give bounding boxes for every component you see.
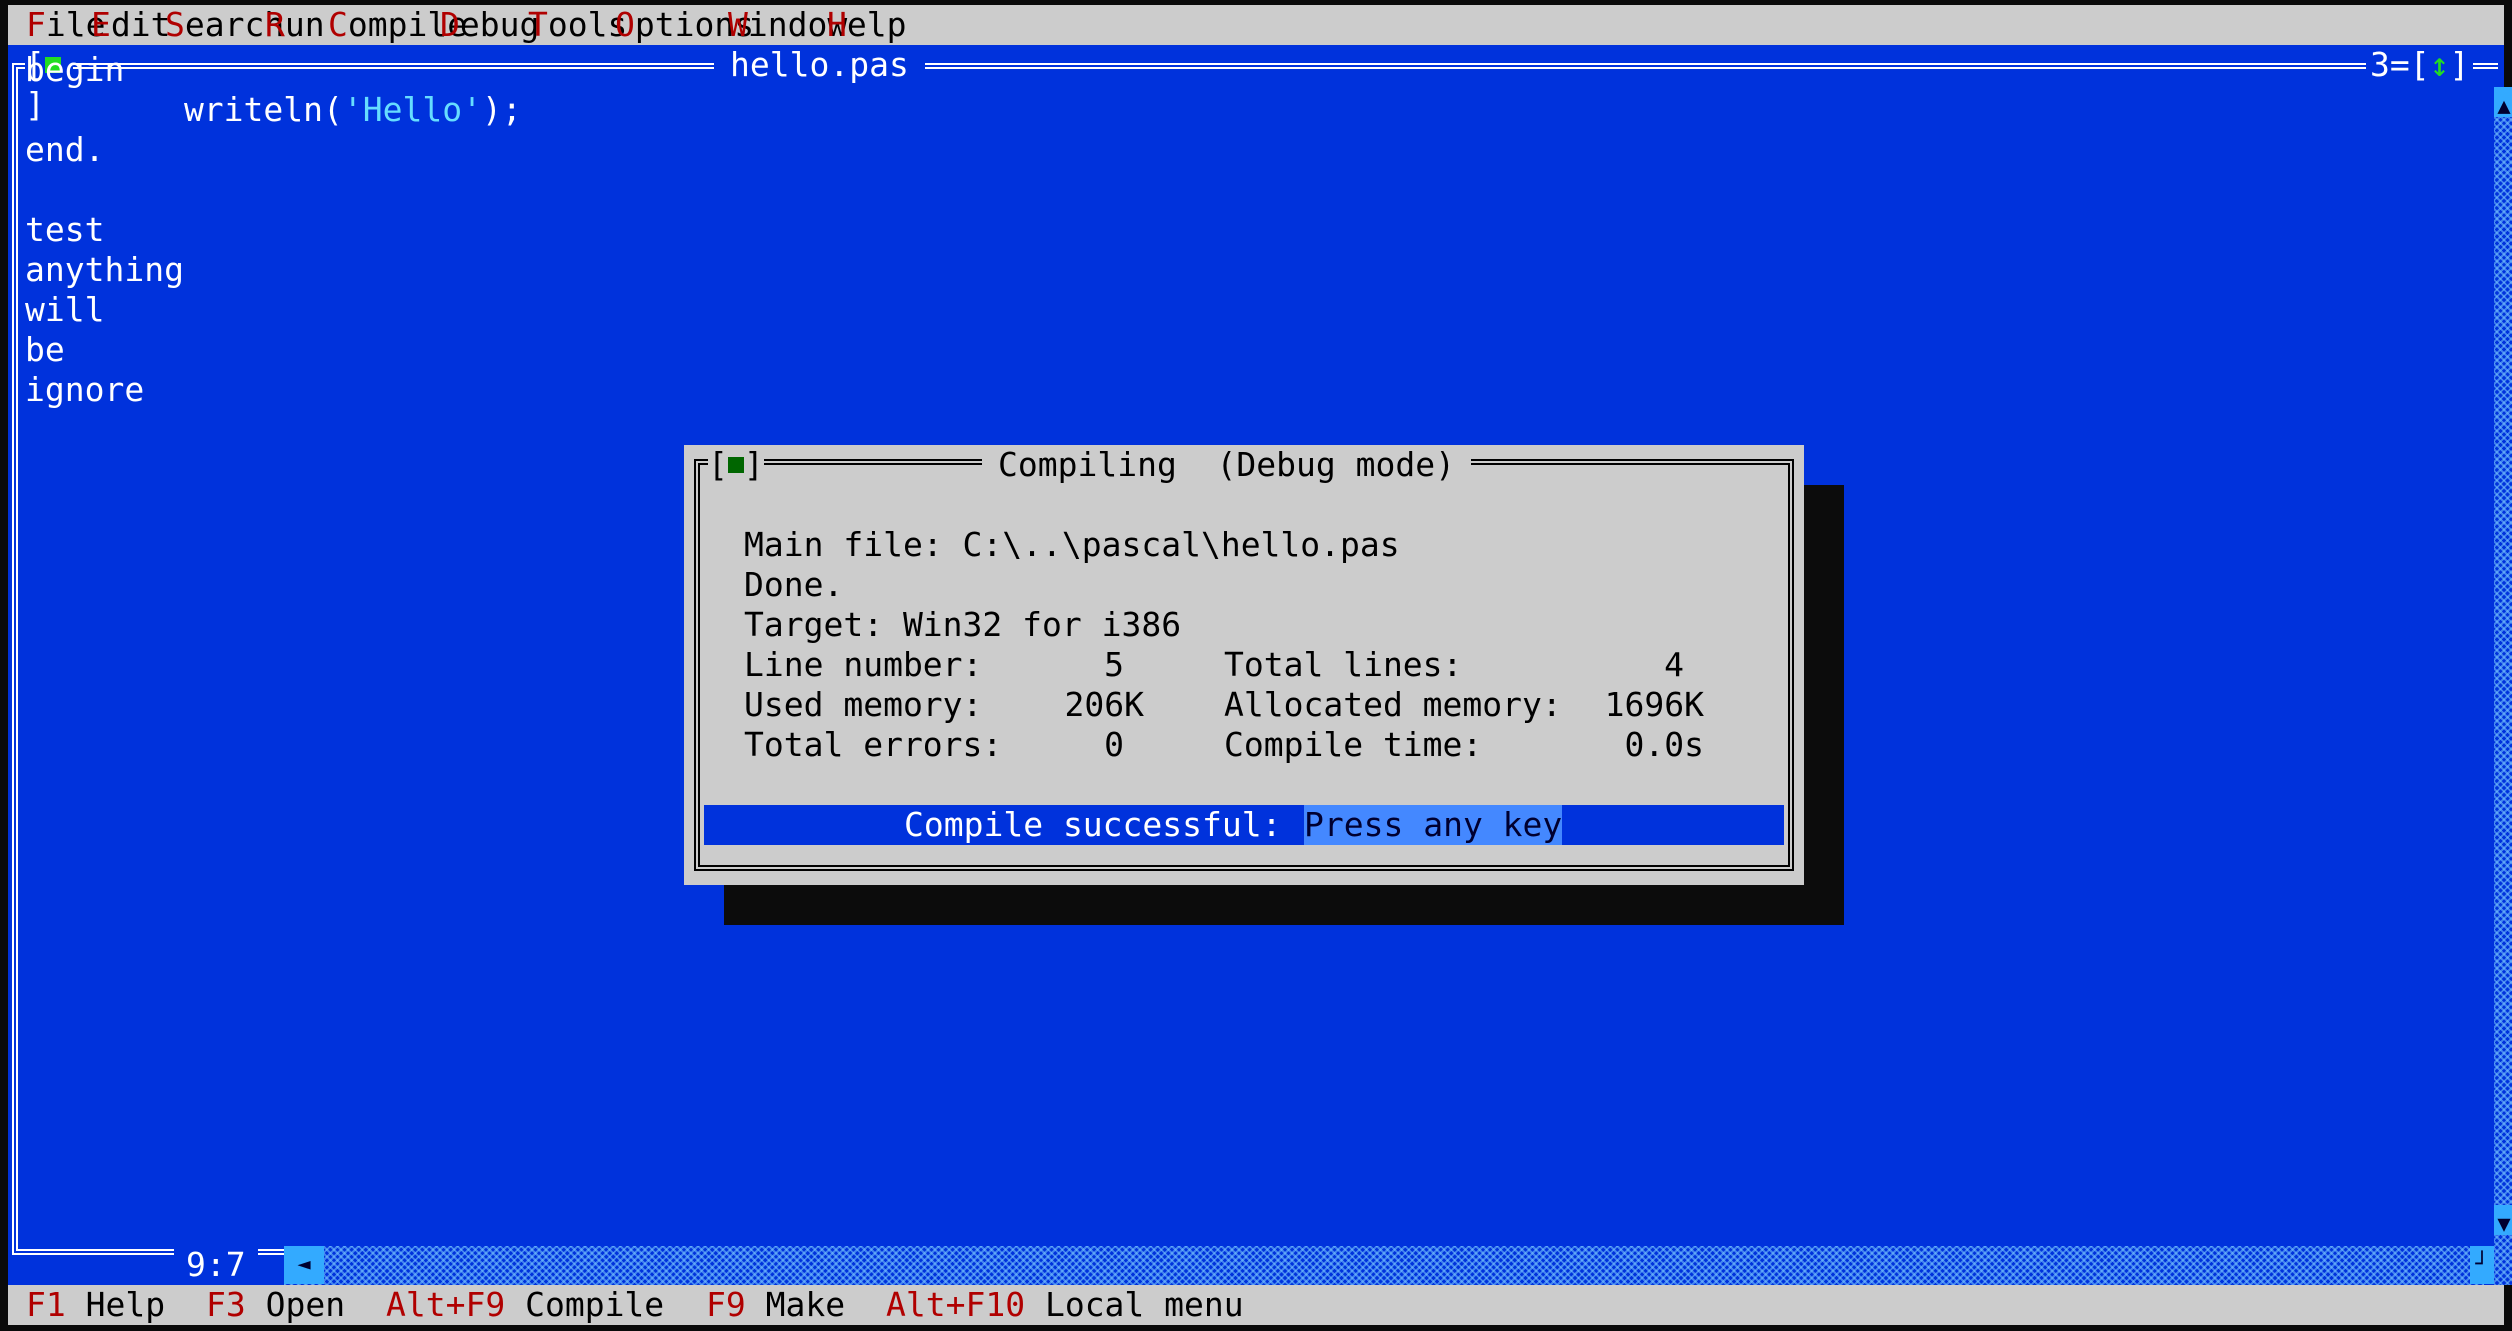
main-file-text: Main file: C:\..\pascal\hello.pas — [744, 525, 1400, 564]
dialog-title: Compiling (Debug mode) — [982, 445, 1471, 485]
line-number-value: 5 — [1104, 645, 1124, 684]
target-text: Target: Win32 for i386 — [744, 605, 1182, 644]
scroll-down-icon[interactable]: ▼ — [2494, 1205, 2512, 1237]
status-compile[interactable]: Alt+F9 Compile — [386, 1285, 664, 1325]
allocated-memory-value: 1696K — [1604, 685, 1704, 724]
total-errors-label: Total errors: — [744, 725, 1003, 764]
menu-tools[interactable]: Tools — [528, 5, 627, 45]
resize-corner-icon[interactable]: ┘ — [2470, 1246, 2494, 1284]
used-memory-value: 206K — [1064, 685, 1144, 724]
total-lines-label: Total lines: — [1224, 645, 1463, 684]
allocated-memory-label: Allocated memory: — [1224, 685, 1562, 724]
dialog-close-button[interactable]: [] — [708, 445, 764, 485]
code-line: end. — [25, 130, 105, 169]
close-icon — [727, 456, 744, 473]
status-open[interactable]: F3 Open — [206, 1285, 345, 1325]
menu-help[interactable]: Help — [827, 5, 906, 45]
total-errors-value: 0 — [1104, 725, 1124, 764]
zoom-icon[interactable]: ↕ — [2430, 45, 2450, 84]
scroll-left-icon[interactable]: ◄ — [284, 1246, 324, 1284]
menu-edit[interactable]: Edit — [91, 5, 170, 45]
code-line: test — [25, 210, 105, 249]
compile-result-label: Compile successful: — [904, 805, 1282, 844]
line-number-label: Line number: — [744, 645, 983, 684]
cursor-position: 9:7 — [174, 1245, 258, 1285]
status-local-menu[interactable]: Alt+F10 Local menu — [886, 1285, 1244, 1325]
code-line: be — [25, 330, 65, 369]
code-line: anything — [25, 250, 184, 289]
used-memory-label: Used memory: — [744, 685, 983, 724]
compiling-dialog[interactable]: [] Compiling (Debug mode) Main file: C:\… — [684, 445, 1804, 885]
status-line: F1 Help F3 Open Alt+F9 Compile F9 Make A… — [8, 1285, 2504, 1325]
compile-time-label: Compile time: — [1224, 725, 1483, 764]
scroll-up-icon[interactable]: ▲ — [2494, 87, 2512, 119]
window-number: 3=[↕] — [2366, 45, 2474, 85]
horizontal-scrollbar[interactable] — [284, 1246, 2484, 1286]
code-line: writeln('Hello'); — [25, 90, 522, 129]
menu-debug[interactable]: Debug — [440, 5, 539, 45]
status-help[interactable]: F1 Help — [26, 1285, 165, 1325]
press-any-key-prompt[interactable]: Press any key — [1304, 805, 1563, 845]
status-make[interactable]: F9 Make — [706, 1285, 845, 1325]
status-text: Done. — [744, 565, 844, 604]
code-line: begin — [25, 50, 125, 89]
total-lines-value: 4 — [1664, 645, 1684, 684]
code-line: will — [25, 290, 105, 329]
compile-time-value: 0.0s — [1624, 725, 1704, 764]
compile-result-bar: Compile successful: Press any key — [704, 805, 1784, 845]
menu-bar: File Edit Search Run Compile Debug Tools… — [8, 5, 2504, 45]
vertical-scrollbar[interactable] — [2494, 89, 2512, 1285]
editor-title: hello.pas — [714, 45, 925, 85]
menu-run[interactable]: Run — [265, 5, 325, 45]
code-line: ignore — [25, 370, 145, 409]
